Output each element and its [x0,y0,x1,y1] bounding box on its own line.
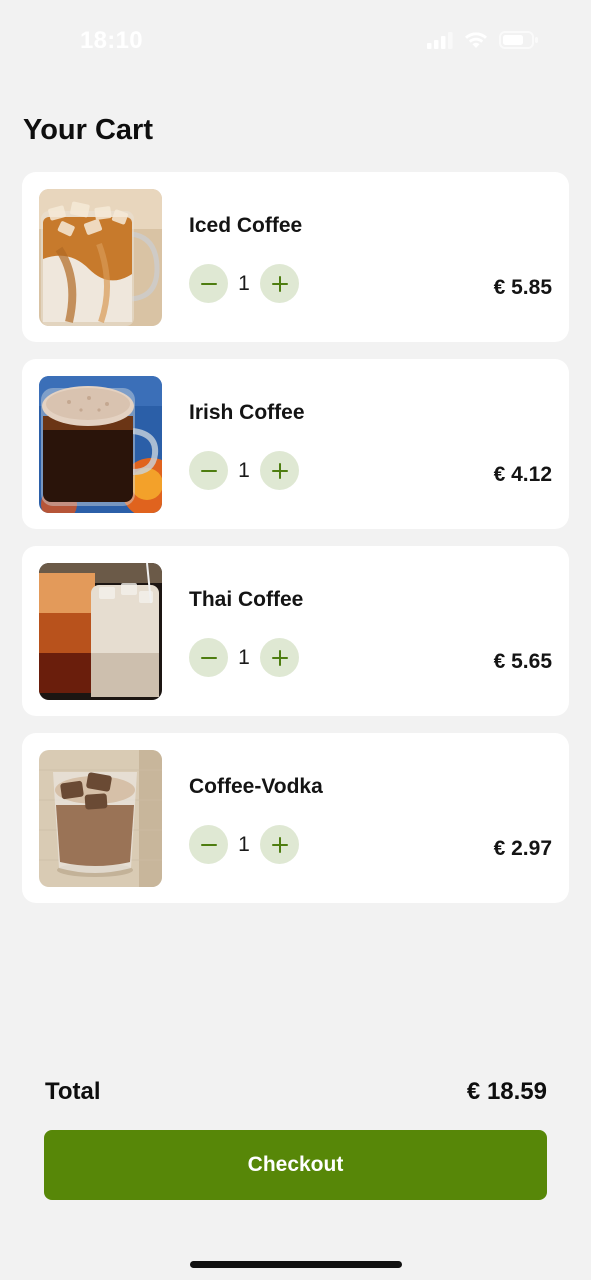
increase-quantity-button[interactable] [260,638,299,677]
quantity-value: 1 [238,645,250,669]
minus-icon [200,469,217,472]
decrease-quantity-button[interactable] [189,825,228,864]
item-name: Iced Coffee [189,214,303,237]
cart-item-irish-coffee: Irish Coffee 1 € 4.12 [22,359,569,529]
total-value: € 18.59 [466,1078,547,1105]
item-name: Thai Coffee [189,588,304,611]
item-price: € 4.12 [493,463,552,486]
plus-icon [271,275,288,292]
minus-icon [200,656,217,659]
cart-item-coffee-vodka: Coffee-Vodka 1 € 2.97 [22,733,569,903]
decrease-quantity-button[interactable] [189,451,228,490]
iced-coffee-image [39,189,162,326]
cart-item-thai-coffee: Thai Coffee 1 € 5.65 [22,546,569,716]
home-indicator[interactable] [190,1261,402,1268]
battery-icon [499,30,539,50]
quantity-stepper: 1 [189,451,299,490]
cart-list: Iced Coffee 1 € 5.85 Irish Coffee 1 € 4.… [22,172,569,920]
decrease-quantity-button[interactable] [189,638,228,677]
status-bar: 18:10 [0,0,591,82]
item-price: € 2.97 [493,837,552,860]
cart-screen: 18:10 Your Cart Iced Coffee 1 € 5.85 Iri… [0,0,591,1280]
decrease-quantity-button[interactable] [189,264,228,303]
status-icons [427,30,539,50]
plus-icon [271,836,288,853]
item-name: Irish Coffee [189,401,305,424]
quantity-stepper: 1 [189,264,299,303]
page-title: Your Cart [23,114,153,146]
minus-icon [200,282,217,285]
quantity-stepper: 1 [189,825,299,864]
checkout-button[interactable]: Checkout [44,1130,547,1200]
quantity-value: 1 [238,271,250,295]
coffee-vodka-image [39,750,162,887]
wifi-icon [463,30,489,50]
cart-item-iced-coffee: Iced Coffee 1 € 5.85 [22,172,569,342]
quantity-stepper: 1 [189,638,299,677]
increase-quantity-button[interactable] [260,825,299,864]
total-label: Total [45,1078,101,1105]
thai-coffee-image [39,563,162,700]
quantity-value: 1 [238,832,250,856]
item-price: € 5.85 [493,276,552,299]
irish-coffee-image [39,376,162,513]
plus-icon [271,649,288,666]
quantity-value: 1 [238,458,250,482]
increase-quantity-button[interactable] [260,451,299,490]
cellular-signal-icon [427,31,453,49]
plus-icon [271,462,288,479]
increase-quantity-button[interactable] [260,264,299,303]
item-name: Coffee-Vodka [189,775,323,798]
status-time: 18:10 [80,27,143,54]
minus-icon [200,843,217,846]
item-price: € 5.65 [493,650,552,673]
